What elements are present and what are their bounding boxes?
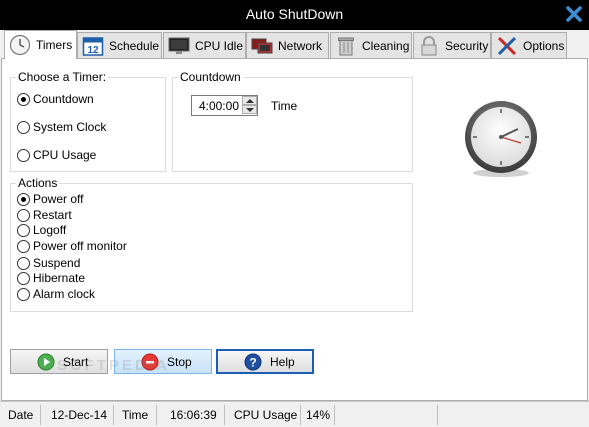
- status-separator: [156, 405, 157, 425]
- radio-label: Restart: [33, 208, 72, 222]
- timer-group-title: Choose a Timer:: [16, 70, 109, 84]
- tab-label: Timers: [36, 38, 73, 52]
- radio-button-icon: [17, 223, 30, 237]
- status-time-label: Time: [122, 407, 149, 422]
- status-cpu-value: 14%: [306, 407, 331, 422]
- tab-label: Network: [278, 38, 323, 53]
- status-bar: Date 12-Dec-14 Time 16:06:39 CPU Usage 1…: [0, 401, 589, 427]
- radio-button-icon: [17, 239, 30, 253]
- status-separator: [113, 405, 114, 425]
- actions-group-title: Actions: [16, 176, 60, 190]
- stop-icon: [141, 353, 159, 370]
- radio-label: Power off: [33, 192, 84, 206]
- window-title: Auto ShutDown: [245, 6, 344, 22]
- clock-icon: [9, 34, 31, 56]
- spin-down-button[interactable]: [242, 105, 257, 114]
- status-separator: [437, 405, 438, 425]
- radio-button-icon: [17, 192, 30, 206]
- radio-button-icon: [17, 120, 30, 134]
- tab-timers[interactable]: Timers: [4, 30, 77, 59]
- actions-groupbox: Actions Power off Restart Logoff Power o…: [10, 176, 413, 312]
- help-icon: ?: [244, 353, 262, 370]
- tab-options[interactable]: Options: [491, 32, 567, 58]
- countdown-group-title: Countdown: [178, 70, 243, 84]
- start-button-label: Start: [63, 354, 89, 369]
- tab-label: Schedule: [109, 38, 160, 53]
- radio-alarm-clock[interactable]: Alarm clock: [17, 287, 95, 301]
- status-cpu-label: CPU Usage: [234, 407, 298, 422]
- radio-power-off-monitor[interactable]: Power off monitor: [17, 239, 127, 253]
- stop-button-label: Stop: [167, 354, 192, 369]
- spin-up-button[interactable]: [242, 96, 257, 105]
- start-button[interactable]: Start: [10, 349, 108, 374]
- tab-label: CPU Idle: [195, 38, 244, 53]
- countdown-time-stepper: [191, 95, 258, 116]
- countdown-groupbox: Countdown Time: [172, 70, 413, 172]
- radio-suspend[interactable]: Suspend: [17, 256, 80, 270]
- svg-text:12: 12: [87, 45, 99, 56]
- tab-label: Cleaning: [362, 38, 410, 53]
- status-separator: [334, 405, 335, 425]
- radio-button-icon: [17, 208, 30, 222]
- radio-system-clock[interactable]: System Clock: [17, 120, 106, 134]
- analog-clock-icon: [465, 101, 537, 177]
- radio-power-off[interactable]: Power off: [17, 192, 83, 206]
- status-date-value: 12-Dec-14: [51, 407, 108, 422]
- help-button-label: Help: [270, 354, 295, 369]
- tab-cleaning[interactable]: Cleaning: [330, 32, 412, 58]
- main-window: Timers 12 Schedule CPU Idle Network Clea…: [0, 30, 589, 427]
- tab-cpu-idle[interactable]: CPU Idle: [163, 32, 246, 58]
- radio-button-icon: [17, 92, 30, 106]
- radio-cpu-usage[interactable]: CPU Usage: [17, 148, 96, 162]
- status-separator: [40, 405, 41, 425]
- radio-label: Alarm clock: [33, 287, 96, 301]
- countdown-time-input[interactable]: [192, 96, 242, 115]
- lock-icon: [421, 35, 437, 55]
- radio-countdown[interactable]: Countdown: [17, 92, 94, 106]
- timer-groupbox: Choose a Timer: Countdown System Clock C…: [10, 70, 166, 172]
- radio-label: Logoff: [33, 223, 67, 237]
- tab-security[interactable]: Security: [413, 32, 491, 58]
- radio-hibernate[interactable]: Hibernate: [17, 271, 85, 285]
- calendar-icon: 12: [82, 36, 104, 56]
- radio-label: Countdown: [33, 92, 94, 106]
- monitor-icon: [168, 37, 190, 54]
- radio-label: System Clock: [33, 120, 107, 134]
- svg-text:?: ?: [249, 355, 256, 369]
- help-button[interactable]: ? Help: [216, 349, 314, 374]
- title-bar: Auto ShutDown: [0, 0, 589, 30]
- radio-label: CPU Usage: [33, 148, 97, 162]
- status-date-label: Date: [8, 407, 34, 422]
- time-unit-label: Time: [271, 99, 298, 113]
- tab-label: Security: [445, 38, 489, 53]
- tools-icon: [497, 36, 517, 55]
- radio-button-icon: [17, 287, 30, 301]
- network-icon: [251, 38, 273, 53]
- radio-label: Hibernate: [33, 271, 86, 285]
- tab-schedule[interactable]: 12 Schedule: [77, 32, 162, 58]
- radio-logoff[interactable]: Logoff: [17, 223, 66, 237]
- tab-strip: Timers 12 Schedule CPU Idle Network Clea…: [0, 30, 589, 59]
- status-separator: [224, 405, 225, 425]
- radio-label: Suspend: [33, 256, 81, 270]
- radio-restart[interactable]: Restart: [17, 208, 72, 222]
- radio-button-icon: [17, 271, 30, 285]
- timers-panel: Choose a Timer: Countdown System Clock C…: [1, 58, 588, 401]
- tab-label: Options: [523, 38, 565, 53]
- close-icon[interactable]: [565, 5, 583, 23]
- status-time-value: 16:06:39: [170, 407, 217, 422]
- tab-network[interactable]: Network: [246, 32, 329, 58]
- status-separator: [300, 405, 301, 425]
- radio-button-icon: [17, 148, 30, 162]
- radio-label: Power off monitor: [33, 239, 127, 253]
- radio-button-icon: [17, 256, 30, 270]
- trash-icon: [338, 37, 354, 55]
- stop-button[interactable]: Stop: [114, 349, 212, 374]
- start-icon: [37, 353, 55, 370]
